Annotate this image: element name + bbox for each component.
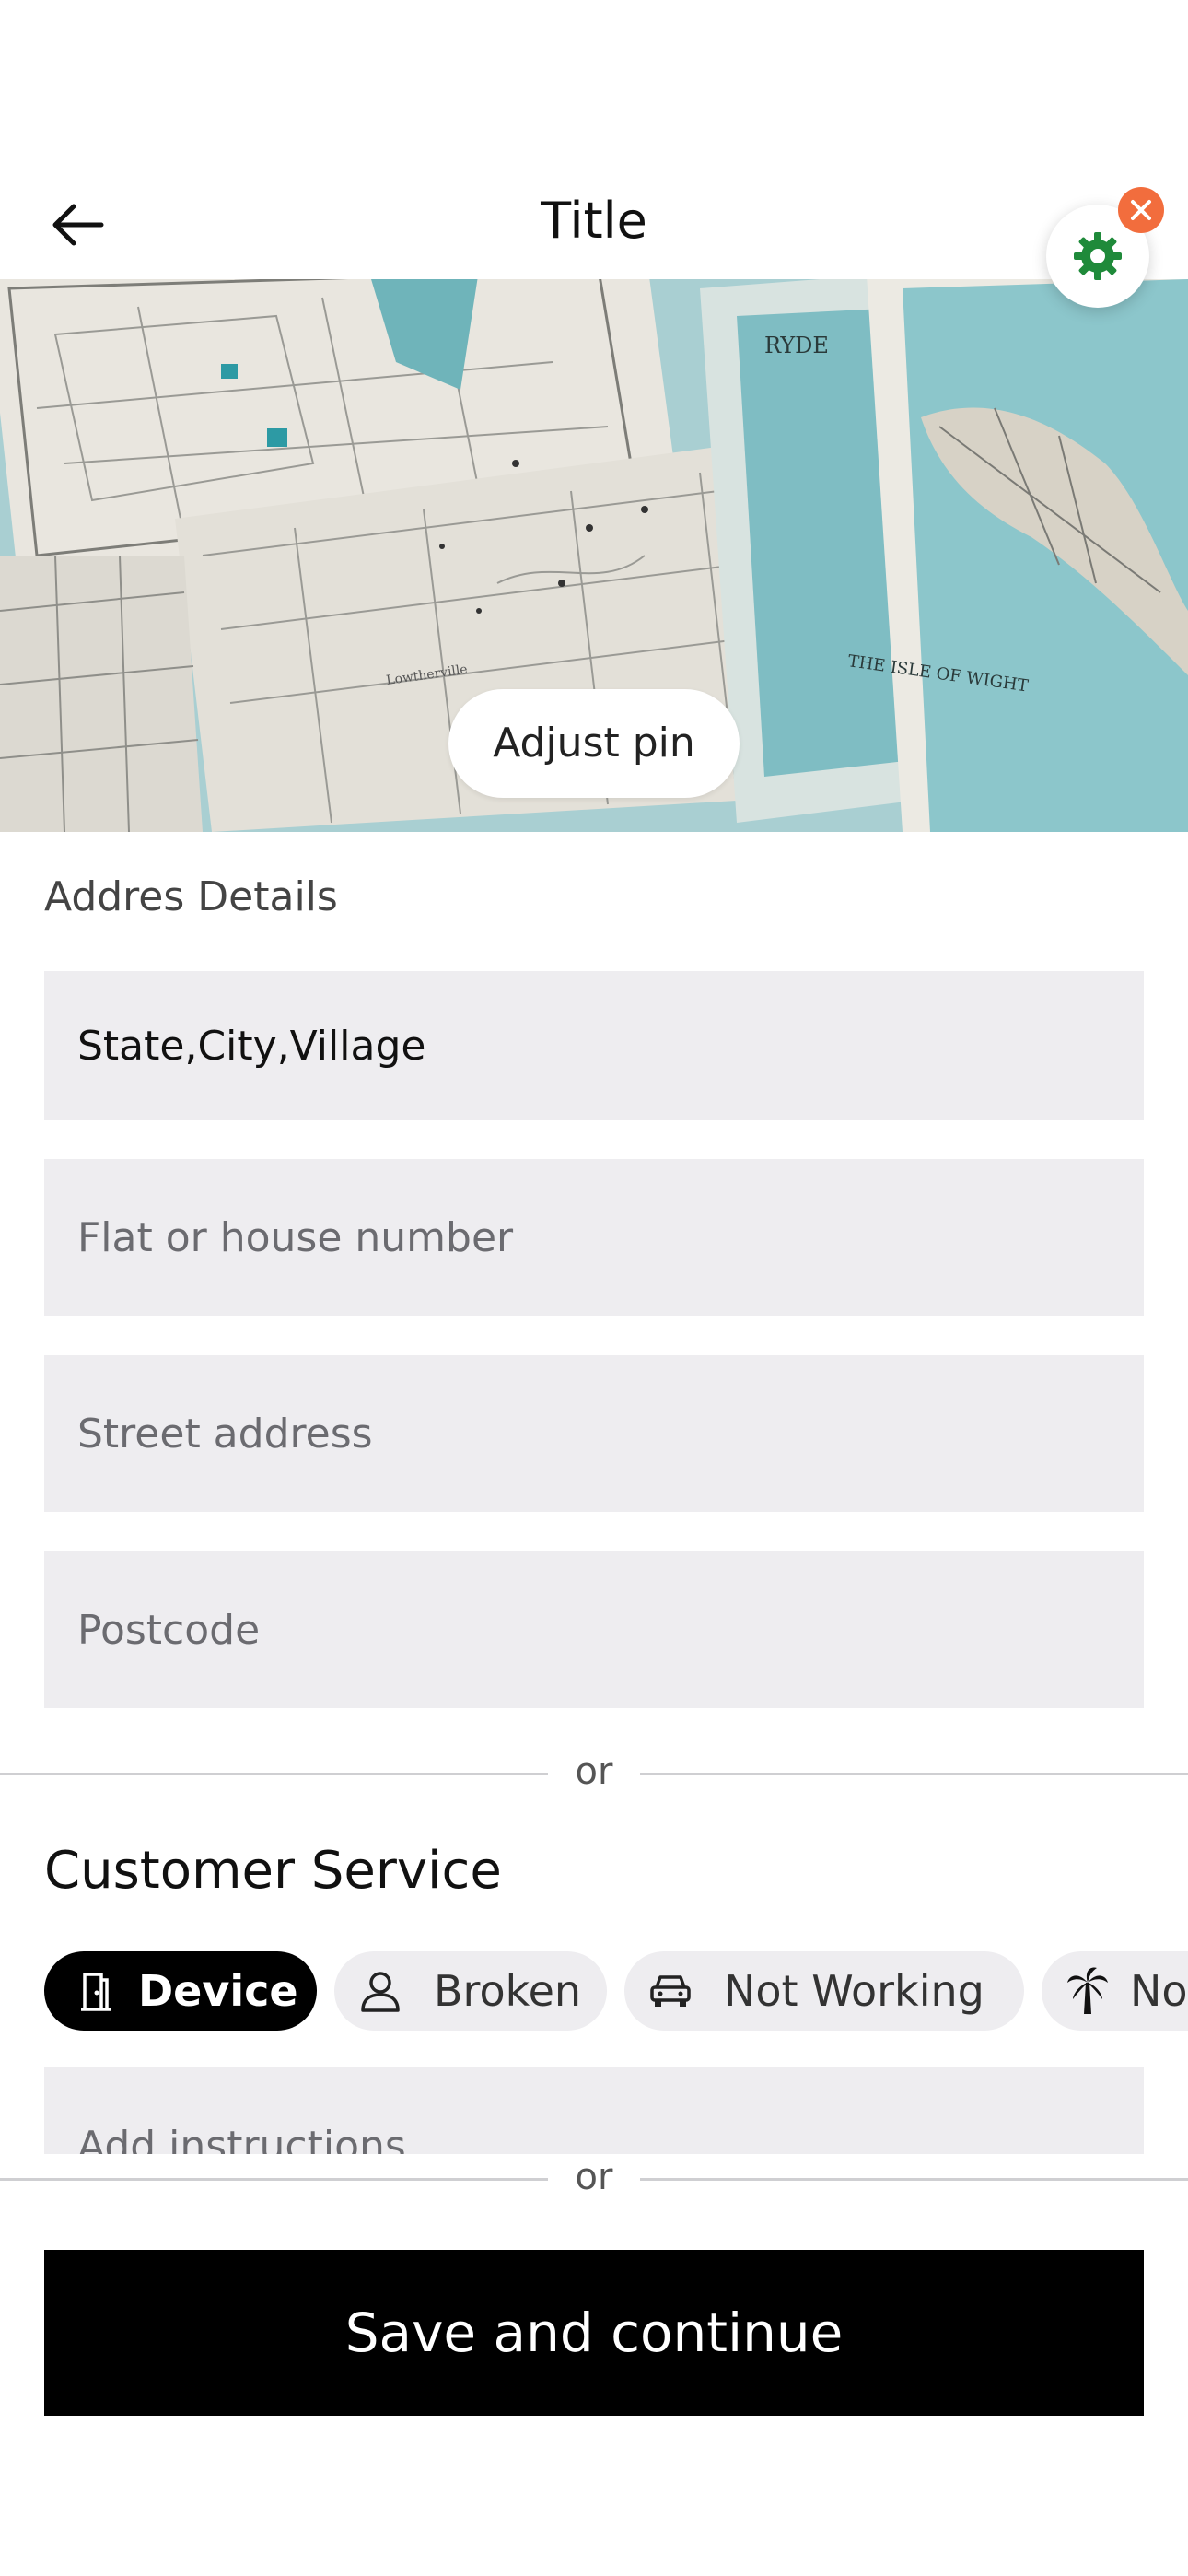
or-separator-2: or	[575, 2156, 613, 2198]
divider-line-left	[0, 1773, 548, 1775]
car-icon	[645, 1965, 696, 2017]
svg-text:RYDE: RYDE	[764, 333, 829, 358]
postcode-input[interactable]: Postcode	[44, 1551, 1144, 1708]
chip-no[interactable]: No	[1042, 1951, 1188, 2031]
divider-line-left-2	[0, 2178, 548, 2181]
location-field[interactable]: State,City,Village	[44, 971, 1144, 1120]
person-icon	[355, 1965, 406, 2017]
customer-service-title: Customer Service	[44, 1841, 502, 1901]
chip-no-label: No	[1130, 1966, 1188, 2016]
gear-icon	[1074, 232, 1122, 280]
street-address-input[interactable]: Street address	[44, 1355, 1144, 1512]
chip-broken[interactable]: Broken	[334, 1951, 607, 2031]
instructions-input[interactable]: Add instructions	[44, 2067, 1144, 2154]
location-value: State,City,Village	[77, 1022, 426, 1070]
instructions-placeholder: Add instructions	[77, 2123, 406, 2155]
palm-tree-icon	[1062, 1965, 1113, 2017]
door-icon	[70, 1965, 122, 2017]
postcode-placeholder: Postcode	[77, 1606, 261, 1654]
close-badge-button[interactable]	[1118, 187, 1164, 233]
chip-device[interactable]: Device	[44, 1951, 317, 2031]
divider-line-right-2	[640, 2178, 1188, 2181]
chip-broken-label: Broken	[434, 1966, 582, 2016]
flat-number-input[interactable]: Flat or house number	[44, 1159, 1144, 1316]
flat-number-placeholder: Flat or house number	[77, 1213, 514, 1261]
save-and-continue-button[interactable]: Save and continue	[44, 2250, 1144, 2416]
adjust-pin-button[interactable]: Adjust pin	[448, 689, 740, 798]
chip-not-working[interactable]: Not Working	[624, 1951, 1024, 2031]
chip-device-label: Device	[138, 1966, 298, 2016]
street-address-placeholder: Street address	[77, 1410, 373, 1458]
address-section-label: Addres Details	[44, 873, 338, 920]
close-icon	[1131, 200, 1151, 220]
divider-line-right	[640, 1773, 1188, 1775]
or-separator: or	[575, 1751, 613, 1793]
page-title: Title	[541, 192, 647, 250]
chip-not-working-label: Not Working	[724, 1966, 984, 2016]
